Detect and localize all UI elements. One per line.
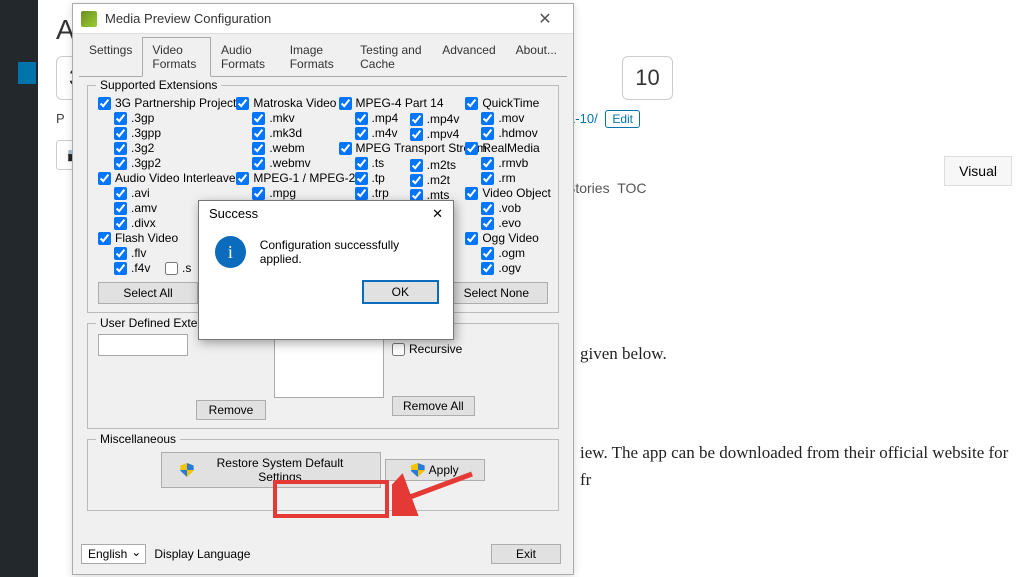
extension-input[interactable] — [98, 334, 188, 356]
chk-ts[interactable] — [355, 157, 368, 170]
chk-mp4v[interactable] — [410, 113, 423, 126]
chk-amv[interactable] — [114, 202, 127, 215]
titlebar: Media Preview Configuration ✕ — [73, 4, 573, 34]
remove-button[interactable]: Remove — [196, 400, 266, 420]
wp-sidebar — [0, 0, 38, 577]
tab-testing-cache[interactable]: Testing and Cache — [350, 37, 432, 77]
language-row: English Display Language — [81, 544, 250, 564]
select-none-button[interactable]: Select None — [445, 282, 548, 304]
chk-mk3d[interactable] — [252, 127, 265, 140]
chk-mpv4[interactable] — [410, 128, 423, 141]
chk-vob[interactable] — [481, 202, 494, 215]
info-icon: i — [215, 236, 246, 268]
chk-f4v[interactable] — [114, 262, 127, 275]
close-icon[interactable]: ✕ — [525, 9, 565, 29]
popup-title: Success — [209, 206, 258, 222]
arrow-annotation — [392, 466, 476, 516]
sidebar-active-indicator — [18, 62, 36, 84]
chk-mov[interactable] — [481, 112, 494, 125]
success-popup: Success ✕ i Configuration successfully a… — [198, 200, 454, 340]
tab-image-formats[interactable]: Image Formats — [280, 37, 350, 77]
chk-realmedia-group[interactable] — [465, 142, 478, 155]
chk-hdmov[interactable] — [481, 127, 494, 140]
highlight-apply — [273, 480, 389, 518]
chk-avi[interactable] — [114, 187, 127, 200]
chk-flv[interactable] — [114, 247, 127, 260]
chk-evo[interactable] — [481, 217, 494, 230]
editor-toolbar: Stories TOC — [566, 180, 1006, 196]
tab-advanced[interactable]: Advanced — [432, 37, 505, 77]
chk-tp[interactable] — [355, 172, 368, 185]
tab-about[interactable]: About... — [506, 37, 567, 77]
chk-mpg[interactable] — [252, 187, 265, 200]
chk-webmv[interactable] — [252, 157, 265, 170]
shield-icon — [180, 463, 193, 477]
tab-video-formats[interactable]: Video Formats — [142, 37, 211, 77]
chk-ts-group[interactable] — [339, 142, 352, 155]
select-all-button[interactable]: Select All — [98, 282, 198, 304]
chk-ogm[interactable] — [481, 247, 494, 260]
chk-trp[interactable] — [355, 187, 368, 200]
chk-divx[interactable] — [114, 217, 127, 230]
chk-3gpp[interactable] — [114, 127, 127, 140]
chk-s-unchecked[interactable] — [165, 262, 178, 275]
extension-list[interactable] — [274, 334, 384, 398]
chk-rmvb[interactable] — [481, 157, 494, 170]
edit-permalink-button[interactable]: Edit — [605, 110, 640, 128]
exit-button[interactable]: Exit — [491, 544, 561, 564]
app-icon — [81, 11, 97, 27]
chk-3gp2[interactable] — [114, 157, 127, 170]
chk-rm[interactable] — [481, 172, 494, 185]
chk-recursive[interactable] — [392, 343, 405, 356]
tab-audio-formats[interactable]: Audio Formats — [211, 37, 280, 77]
chk-ogg-group[interactable] — [465, 232, 478, 245]
misc-legend: Miscellaneous — [96, 432, 180, 446]
chk-flash-group[interactable] — [98, 232, 111, 245]
chk-mp4[interactable] — [355, 112, 368, 125]
remove-all-button[interactable]: Remove All — [392, 396, 475, 416]
chk-quicktime-group[interactable] — [465, 97, 478, 110]
chk-avi-group[interactable] — [98, 172, 111, 185]
chk-3gp[interactable] — [114, 112, 127, 125]
chk-vob-group[interactable] — [465, 187, 478, 200]
chk-mpeg4-group[interactable] — [339, 97, 352, 110]
chk-mkv[interactable] — [252, 112, 265, 125]
user-defined-legend: User Defined Extens — [96, 316, 214, 330]
chk-ogv[interactable] — [481, 262, 494, 275]
tab-settings[interactable]: Settings — [79, 37, 142, 77]
chk-matroska-group[interactable] — [236, 97, 249, 110]
chk-m2ts[interactable] — [410, 159, 423, 172]
tab-visual[interactable]: Visual — [944, 156, 1012, 186]
popup-close-icon[interactable]: ✕ — [432, 206, 443, 222]
article-body: given below. iew. The app can be downloa… — [580, 340, 1020, 494]
dialog-title: Media Preview Configuration — [105, 11, 525, 26]
language-dropdown[interactable]: English — [81, 544, 146, 564]
chk-m4v[interactable] — [355, 127, 368, 140]
supported-legend: Supported Extensions — [96, 78, 221, 92]
chk-mpeg12-group[interactable] — [236, 172, 249, 185]
chk-3g2[interactable] — [114, 142, 127, 155]
title-input-right[interactable]: 10 — [622, 56, 672, 100]
chk-webm[interactable] — [252, 142, 265, 155]
chk-3g-partnership[interactable] — [98, 97, 111, 110]
chk-m2t[interactable] — [410, 174, 423, 187]
language-label: Display Language — [154, 547, 250, 561]
popup-message: Configuration successfully applied. — [260, 238, 437, 266]
tab-strip: Settings Video Formats Audio Formats Ima… — [73, 34, 573, 76]
ok-button[interactable]: OK — [362, 280, 439, 304]
